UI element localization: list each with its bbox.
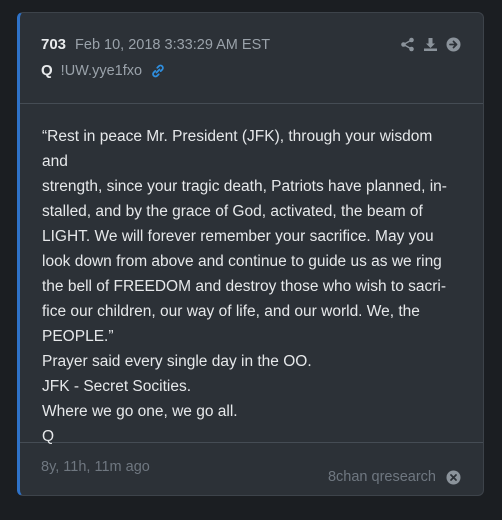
- download-icon[interactable]: [423, 37, 438, 52]
- body-line: Prayer said every single day in the OO.: [42, 353, 312, 370]
- link-icon[interactable]: [150, 63, 166, 79]
- source-label: 8chan qresearch: [327, 469, 436, 485]
- post-footer: 8y, 11h, 11m ago 8chan qresearch: [20, 443, 483, 495]
- post-author: Q: [41, 62, 53, 79]
- body-line: the bell of FREEDOM and destroy those wh…: [42, 278, 447, 295]
- post-header: 703 Feb 10, 2018 3:33:29 AM EST Q !UW.yy…: [20, 13, 483, 104]
- post-source: 8chan qresearch: [328, 459, 461, 495]
- body-line: stalled, and by the grace of God, activa…: [42, 203, 423, 220]
- body-line: PEOPLE.”: [42, 328, 114, 345]
- post-tripcode: !UW.yye1fxo: [60, 62, 143, 79]
- body-line: “Rest in peace Mr. President (JFK), thro…: [42, 128, 433, 170]
- body-line: LIGHT. We will forever remember your sac…: [42, 228, 434, 245]
- post-body: “Rest in peace Mr. President (JFK), thro…: [20, 104, 483, 445]
- body-line: Where we go one, we go all.: [42, 403, 238, 420]
- post-date: Feb 10, 2018 3:33:29 AM EST: [75, 37, 271, 53]
- body-line: JFK - Secret Socities.: [42, 378, 192, 395]
- close-circle-icon[interactable]: [446, 470, 461, 485]
- post-number: 703: [41, 36, 67, 53]
- author-line: Q !UW.yye1fxo: [41, 62, 483, 79]
- body-line: look down from above and continue to gui…: [42, 253, 442, 270]
- body-line: fice our children, our way of life, and …: [42, 303, 420, 320]
- arrow-right-circle-icon[interactable]: [446, 37, 461, 52]
- post-card: 703 Feb 10, 2018 3:33:29 AM EST Q !UW.yy…: [17, 12, 484, 496]
- body-line: strength, since your tragic death, Patri…: [42, 178, 447, 195]
- post-actions: [400, 37, 461, 52]
- share-icon[interactable]: [400, 37, 415, 52]
- post-age: 8y, 11h, 11m ago: [41, 459, 150, 475]
